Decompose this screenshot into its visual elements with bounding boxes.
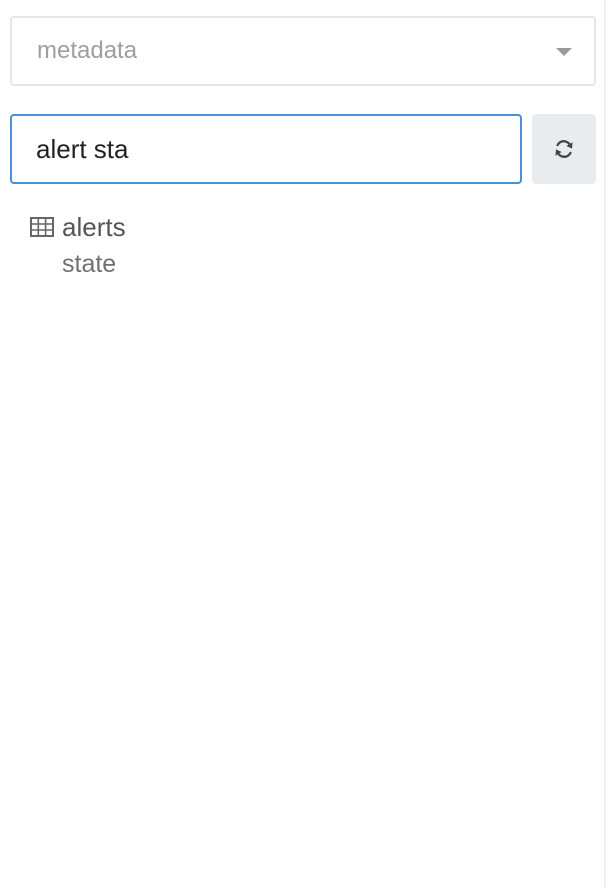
search-row <box>10 114 596 184</box>
schema-tree: alerts state <box>30 210 570 277</box>
table-name: alerts <box>62 212 126 242</box>
schema-browser-panel: metadata alert sta alerts state <box>0 0 606 888</box>
table-icon <box>30 217 54 237</box>
refresh-icon <box>555 140 573 158</box>
chevron-down-icon <box>556 48 572 56</box>
tree-column-state[interactable]: state <box>62 252 570 277</box>
search-input[interactable] <box>10 114 522 184</box>
refresh-button[interactable] <box>532 114 596 184</box>
schema-select-value: metadata <box>37 37 138 64</box>
tree-table-alerts[interactable]: alerts <box>30 210 570 244</box>
schema-select[interactable]: metadata <box>10 16 596 86</box>
